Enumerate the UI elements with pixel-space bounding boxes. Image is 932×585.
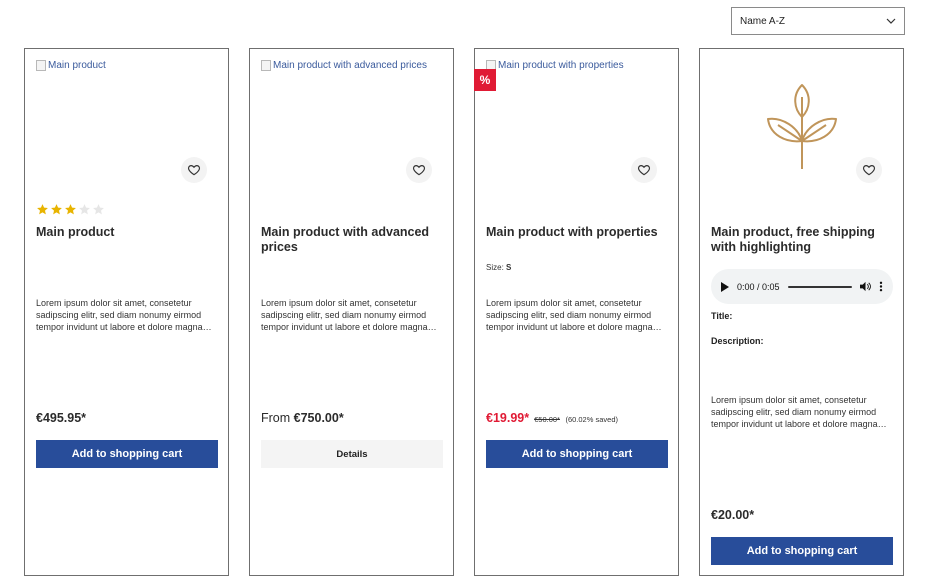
heart-icon xyxy=(187,165,201,176)
product-card: % Main product with properties Main prod… xyxy=(474,48,679,576)
audio-player: 0:00 / 0:05 xyxy=(711,269,893,304)
sale-price: €19.99* xyxy=(486,411,530,425)
volume-icon[interactable] xyxy=(860,281,871,292)
product-description: Lorem ipsum dolor sit amet, consetetur s… xyxy=(261,298,428,332)
add-to-cart-button[interactable]: Add to shopping cart xyxy=(711,537,893,565)
play-icon[interactable] xyxy=(721,281,729,292)
plant-icon[interactable] xyxy=(764,83,840,171)
add-to-cart-button[interactable]: Add to shopping cart xyxy=(486,440,668,468)
wishlist-button[interactable] xyxy=(181,157,207,183)
heart-icon xyxy=(862,165,876,176)
product-description: Lorem ipsum dolor sit amet, consetetur s… xyxy=(711,395,878,429)
audio-time: 0:00 / 0:05 xyxy=(737,281,780,292)
star-filled-icon xyxy=(51,204,62,215)
old-price: €50.00* xyxy=(534,415,560,424)
product-price: €20.00* xyxy=(711,508,755,522)
broken-image-icon xyxy=(261,60,271,71)
product-image-alt: Main product with properties xyxy=(498,60,624,71)
field-title-label: Title: xyxy=(711,311,733,321)
sale-badge: % xyxy=(474,69,496,91)
wishlist-button[interactable] xyxy=(856,157,882,183)
product-card: Main product with advanced prices Main p… xyxy=(249,48,454,576)
star-filled-icon xyxy=(65,204,76,215)
product-image-alt: Main product with advanced prices xyxy=(273,60,427,71)
field-description-label: Description: xyxy=(711,336,764,346)
heart-icon xyxy=(412,165,426,176)
add-to-cart-button[interactable]: Add to shopping cart xyxy=(36,440,218,468)
product-price: €19.99* €50.00* (60.02% saved) xyxy=(486,411,618,425)
property-label: Size: xyxy=(486,263,504,272)
sort-select-value: Name A-Z xyxy=(740,15,786,27)
product-image[interactable]: Main product with properties xyxy=(486,60,624,71)
product-price: From €750.00* xyxy=(261,411,344,425)
wishlist-button[interactable] xyxy=(406,157,432,183)
product-description: Lorem ipsum dolor sit amet, consetetur s… xyxy=(486,298,653,332)
star-filled-icon xyxy=(37,204,48,215)
more-options-icon[interactable] xyxy=(879,281,883,292)
property-value: S xyxy=(506,263,512,272)
chevron-down-icon xyxy=(886,18,896,24)
audio-progress[interactable] xyxy=(787,285,852,288)
wishlist-button[interactable] xyxy=(631,157,657,183)
heart-icon xyxy=(637,165,651,176)
saved-percent: (60.02% saved) xyxy=(565,415,618,424)
rating-stars xyxy=(36,203,105,216)
product-title[interactable]: Main product, free shipping with highlig… xyxy=(711,225,896,255)
product-description: Lorem ipsum dolor sit amet, consetetur s… xyxy=(36,298,203,332)
product-image[interactable]: Main product with advanced prices xyxy=(261,60,427,71)
broken-image-icon xyxy=(36,60,46,71)
star-empty-icon xyxy=(93,204,104,215)
price-value: €750.00* xyxy=(293,411,344,425)
product-image-alt: Main product xyxy=(48,60,106,71)
price-prefix: From xyxy=(261,411,291,425)
product-card: Main product, free shipping with highlig… xyxy=(699,48,904,576)
product-image[interactable]: Main product xyxy=(36,60,106,71)
details-button[interactable]: Details xyxy=(261,440,443,468)
product-property: Size: S xyxy=(486,263,511,272)
product-title[interactable]: Main product with properties xyxy=(486,225,671,240)
product-title[interactable]: Main product xyxy=(36,225,221,240)
product-title[interactable]: Main product with advanced prices xyxy=(261,225,446,255)
star-empty-icon xyxy=(79,204,90,215)
product-card: Main product Main product Lorem ipsum do… xyxy=(24,48,229,576)
product-price: €495.95* xyxy=(36,411,87,425)
sort-select[interactable]: Name A-Z xyxy=(731,7,905,35)
